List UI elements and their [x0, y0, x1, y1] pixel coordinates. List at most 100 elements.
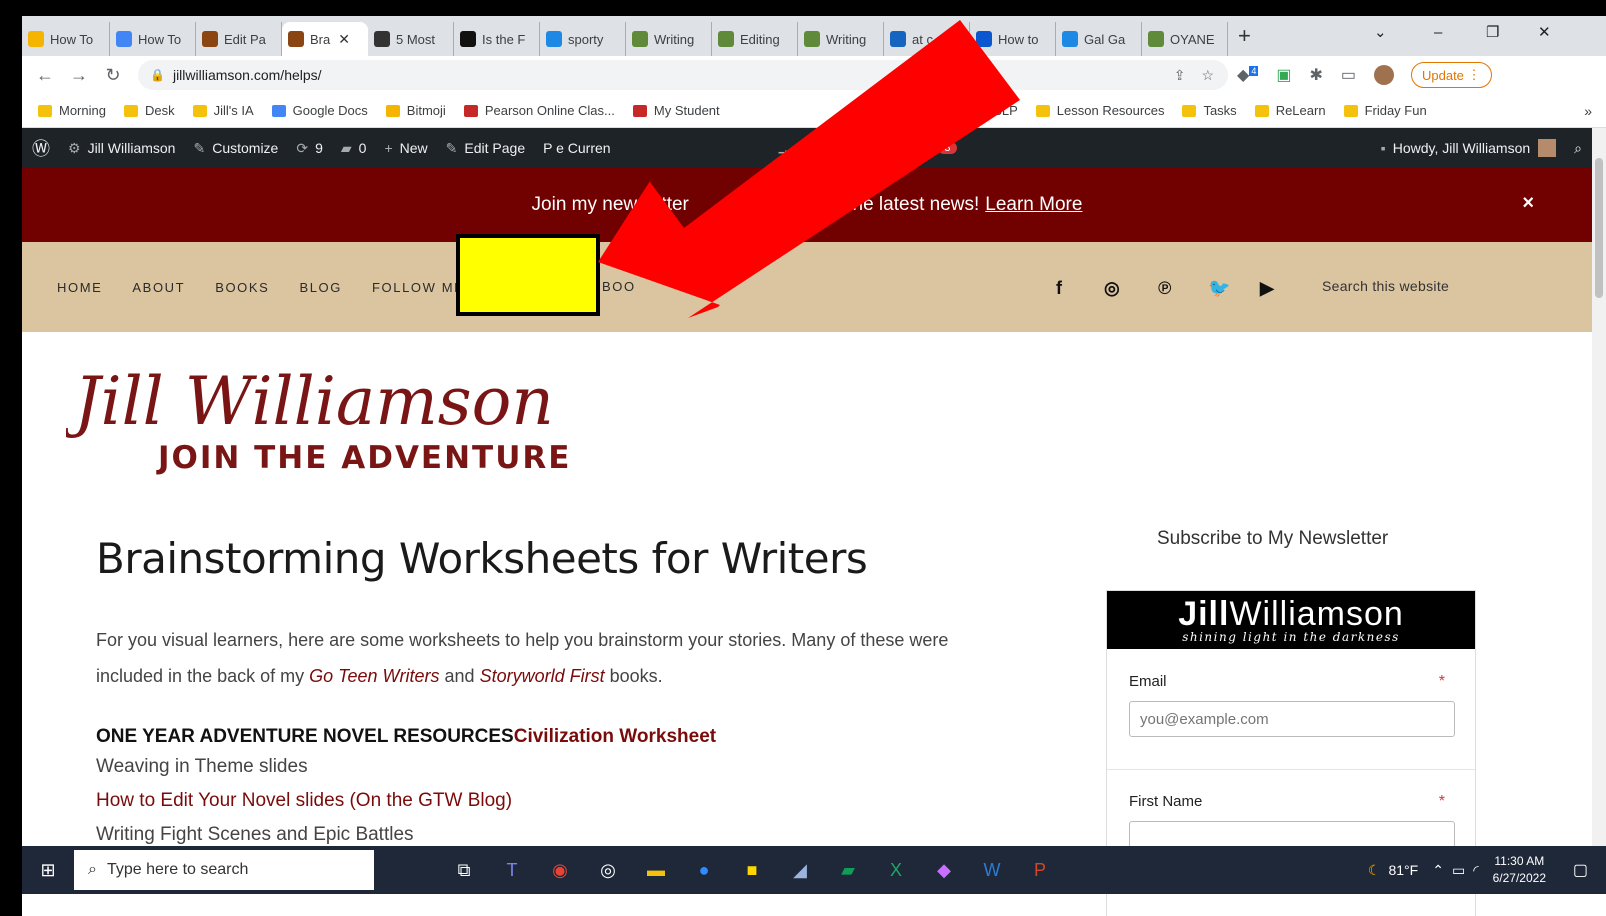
taskbar-search-input[interactable]: ⌕ Type here to search	[74, 850, 374, 890]
wifi-icon[interactable]: ◜	[1473, 862, 1478, 879]
notification-center-icon[interactable]: ▢	[1573, 860, 1588, 880]
obs-icon[interactable]: ◎	[588, 850, 628, 890]
bookmark-item[interactable]: A/WSLP	[947, 103, 1018, 118]
window-close-icon[interactable]: ✕	[1538, 16, 1551, 48]
grammar-extension-icon[interactable]: ▣	[1276, 65, 1291, 85]
new-tab-button[interactable]: +	[1238, 23, 1251, 49]
browser-tab[interactable]: Writing	[798, 22, 884, 56]
browser-tab[interactable]: at c	[884, 22, 970, 56]
browser-tab[interactable]: Writing	[626, 22, 712, 56]
site-logo[interactable]: Jill Williamson JOIN THE ADVENTURE	[62, 346, 586, 476]
task-view-icon[interactable]: ⧉	[444, 850, 484, 890]
wp-customize[interactable]: ✎ Customize	[193, 140, 278, 157]
bookmark-item[interactable]: Friday Fun	[1343, 103, 1427, 118]
learn-more-link[interactable]: Learn More	[985, 194, 1082, 216]
paint-icon[interactable]: ◆	[924, 850, 964, 890]
wp-search-icon[interactable]: ⌕	[1574, 140, 1582, 157]
nav-partial-item[interactable]: BOO	[602, 279, 636, 294]
browser-tab[interactable]: Gal Ga	[1056, 22, 1142, 56]
stats-sparkline-icon[interactable]: ▁▂▁▃▁▂▅▂▁▃▆	[779, 143, 854, 154]
browser-tab[interactable]: Bra ✕	[282, 22, 368, 56]
browser-tab[interactable]: How To	[110, 22, 196, 56]
pinterest-icon[interactable]: ℗	[1158, 278, 1171, 299]
nav-books[interactable]: BOOKS	[215, 280, 269, 295]
battery-icon[interactable]: ▭	[1452, 862, 1465, 879]
page-scrollbar[interactable]	[1592, 128, 1606, 846]
restore-icon[interactable]: ❐	[1486, 16, 1499, 48]
site-search-input[interactable]: Search this website	[1322, 278, 1449, 294]
wp-updates[interactable]: ⟳ 9	[296, 140, 323, 157]
update-button[interactable]: Update ⋮	[1410, 62, 1492, 88]
bookmark-item[interactable]: My Student	[632, 103, 720, 118]
scrollbar-thumb[interactable]	[1595, 158, 1603, 298]
bookmark-star-icon[interactable]: ☆	[1201, 67, 1214, 84]
browser-tab[interactable]: Editing	[712, 22, 798, 56]
minimize-icon[interactable]: –	[1434, 16, 1442, 48]
reload-icon[interactable]: ↻	[96, 65, 130, 86]
wp-new[interactable]: + New	[384, 140, 427, 156]
nav-follow-me[interactable]: FOLLOW ME	[372, 280, 464, 295]
file-explorer-icon[interactable]: ▬	[636, 850, 676, 890]
browser-tab[interactable]: Edit Pa	[196, 22, 282, 56]
email-field[interactable]	[1129, 701, 1455, 737]
puzzle-extensions-icon[interactable]: ✱	[1309, 65, 1322, 85]
edit-novel-link[interactable]: How to Edit Your Novel slides (On the GT…	[96, 790, 716, 818]
url-input[interactable]: 🔒 jillwilliamson.com/helps/ ⇪ ☆	[138, 60, 1228, 90]
weather-icon[interactable]: ☾	[1368, 862, 1381, 879]
youtube-icon[interactable]: ▶	[1260, 278, 1274, 299]
share-icon[interactable]: ⇪	[1174, 67, 1186, 84]
powerpoint-icon[interactable]: P	[1020, 850, 1060, 890]
snipping-tool-icon[interactable]: ◢	[780, 850, 820, 890]
word-icon[interactable]: W	[972, 850, 1012, 890]
zoom-icon[interactable]: ●	[684, 850, 724, 890]
excel-icon[interactable]: X	[876, 850, 916, 890]
nav-home[interactable]: HOME	[57, 280, 102, 295]
browser-tab[interactable]: How To	[22, 22, 110, 56]
sticky-notes-icon[interactable]: ■	[732, 850, 772, 890]
browser-tab[interactable]: OYANE	[1142, 22, 1228, 56]
tab-close-icon[interactable]: ✕	[338, 31, 350, 48]
wp-edit-page[interactable]: ✎ Edit Page	[446, 140, 525, 157]
wp-purge-cache[interactable]: P e Curren	[543, 140, 610, 156]
browser-tab[interactable]: 5 Most	[368, 22, 454, 56]
extension-icon[interactable]: ◆ 4	[1237, 65, 1259, 85]
nav-about[interactable]: ABOUT	[132, 280, 185, 295]
wp-wpforms[interactable]: WPForms 3	[870, 140, 957, 156]
tray-chevron-icon[interactable]: ⌃	[1432, 862, 1444, 879]
instagram-icon[interactable]: ◎	[1104, 278, 1120, 299]
browser-tab[interactable]: sporty	[540, 22, 626, 56]
bookmark-item[interactable]: Morning	[38, 103, 106, 118]
temperature-text[interactable]: 81°F	[1388, 862, 1418, 878]
chrome-icon[interactable]: ◉	[540, 850, 580, 890]
forward-icon[interactable]: →	[62, 65, 96, 86]
wp-howdy[interactable]: ▪ Howdy, Jill Williamson	[1381, 139, 1557, 157]
bookmark-item[interactable]: Jill's IA	[192, 103, 254, 118]
twitter-icon[interactable]: 🐦	[1208, 278, 1230, 299]
windows-start-icon[interactable]: ⊞	[22, 860, 74, 881]
nav-blog[interactable]: BLOG	[299, 280, 342, 295]
civilization-worksheet-link[interactable]: Civilization Worksheet	[514, 726, 716, 747]
promo-close-icon[interactable]: ×	[1522, 192, 1534, 215]
facebook-icon[interactable]: f	[1056, 278, 1062, 299]
bookmark-item[interactable]: Bitmoji	[385, 103, 446, 118]
back-icon[interactable]: ←	[28, 65, 62, 86]
clock[interactable]: 11:30 AM 6/27/2022	[1493, 853, 1546, 887]
tab-favicon-icon	[890, 31, 906, 47]
side-panel-icon[interactable]: ▭	[1341, 65, 1356, 85]
google-chat-icon[interactable]: ▰	[828, 850, 868, 890]
wp-comments[interactable]: ▰ 0	[341, 140, 367, 157]
bookmark-item[interactable]: Desk	[123, 103, 175, 118]
teams-icon[interactable]: T	[492, 850, 532, 890]
bookmark-item[interactable]: Google Docs	[271, 103, 368, 118]
bookmark-item[interactable]: Pearson Online Clas...	[463, 103, 615, 118]
browser-tab[interactable]: How to	[970, 22, 1056, 56]
bookmarks-more-icon[interactable]: »	[1584, 103, 1592, 119]
wordpress-logo-icon[interactable]: Ⓦ	[32, 135, 50, 161]
wp-site-name[interactable]: ⚙ Jill Williamson	[68, 140, 175, 157]
tab-search-icon[interactable]: ⌄	[1374, 16, 1387, 48]
profile-avatar[interactable]	[1373, 65, 1394, 85]
bookmark-item[interactable]: Lesson Resources	[1035, 103, 1164, 118]
bookmark-item[interactable]: Tasks	[1182, 103, 1237, 118]
browser-tab[interactable]: Is the F	[454, 22, 540, 56]
bookmark-item[interactable]: ReLearn	[1254, 103, 1326, 118]
